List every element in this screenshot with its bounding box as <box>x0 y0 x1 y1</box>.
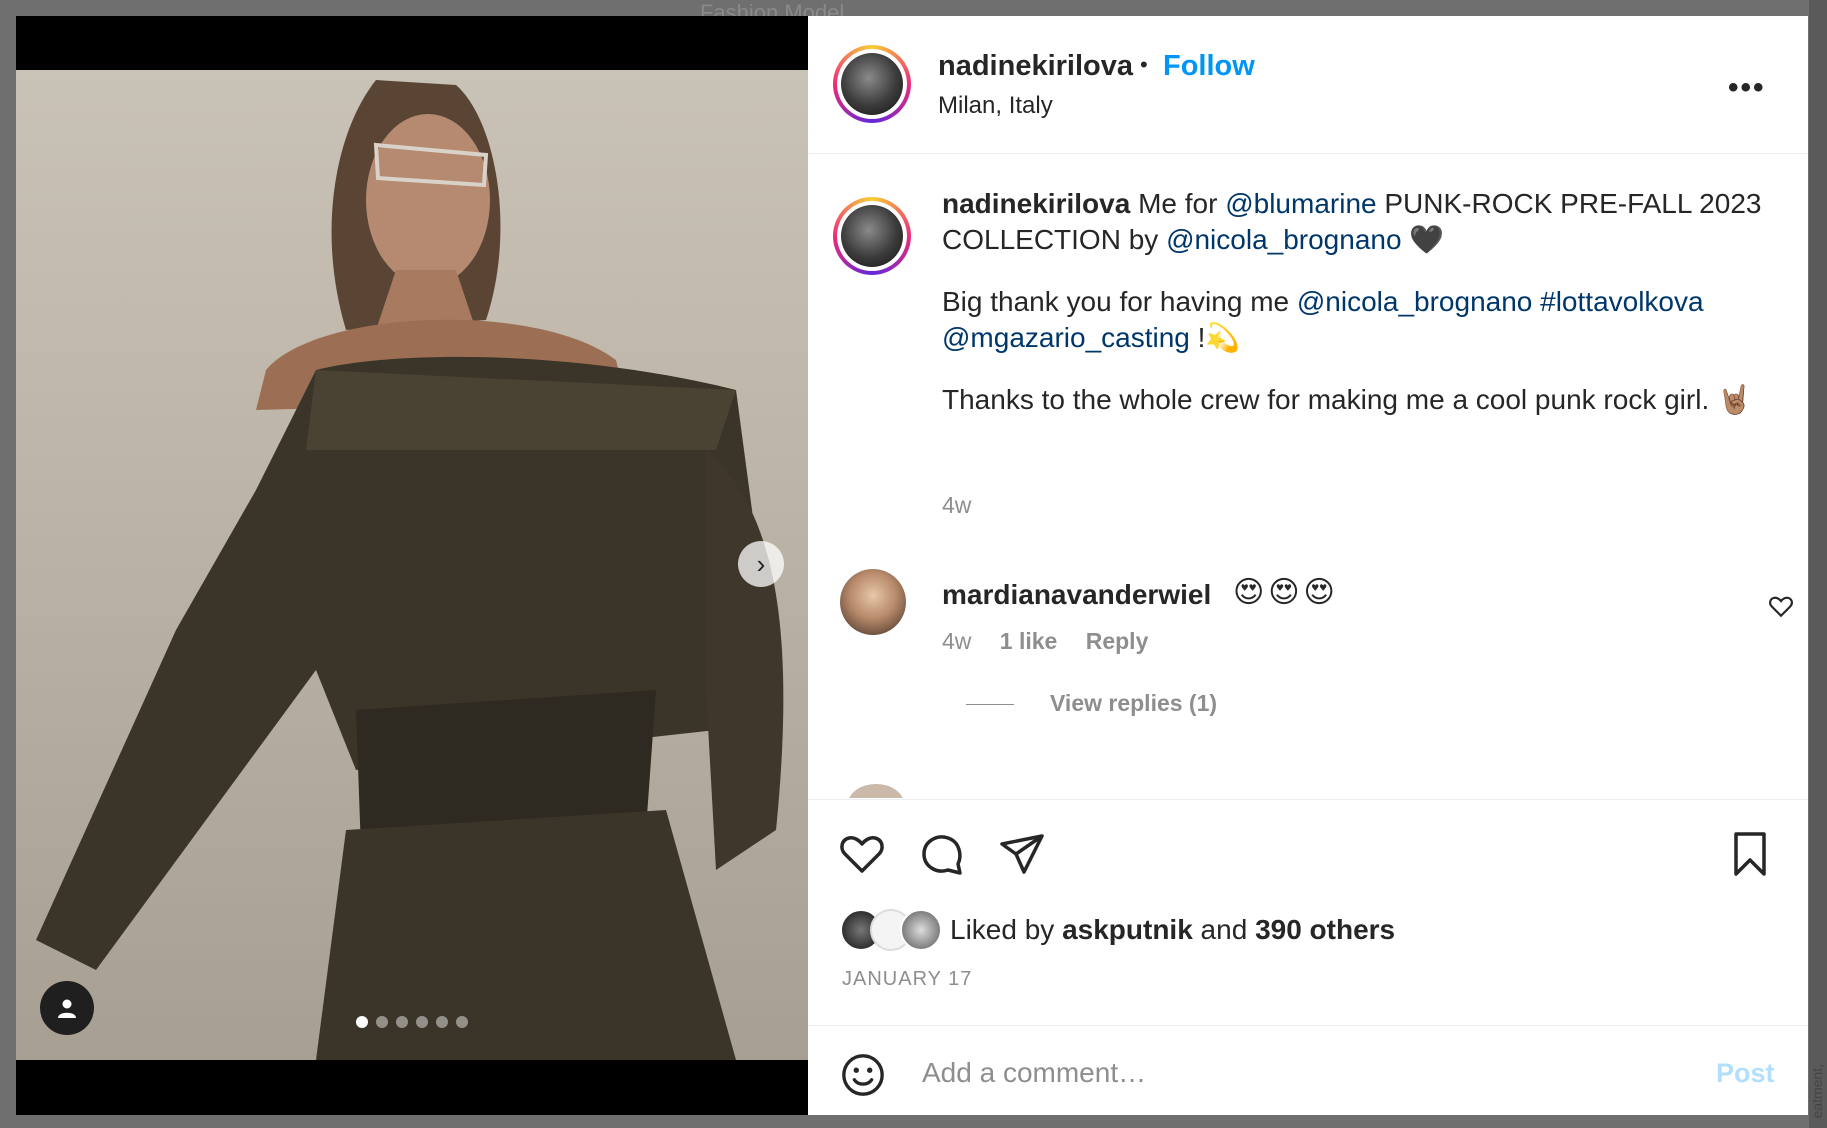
heart-icon <box>840 836 884 873</box>
follow-button[interactable]: Follow <box>1163 50 1255 83</box>
caption-timestamp[interactable]: 4w <box>942 492 971 519</box>
next-comment-avatar[interactable] <box>848 784 904 798</box>
view-replies-button[interactable]: View replies (1) <box>966 690 1217 717</box>
add-comment-bar: Post <box>808 1025 1808 1115</box>
comment-likes[interactable]: 1 like <box>1000 628 1058 654</box>
post-date[interactable]: JANUARY 17 <box>842 968 972 991</box>
photo-illustration <box>36 80 784 1060</box>
mention-link[interactable]: @blumarine <box>1225 188 1376 219</box>
reply-button[interactable]: Reply <box>1086 628 1149 654</box>
post-header: nadinekirilova • Follow Milan, Italy ••• <box>808 16 1808 154</box>
header-separator: • <box>1140 52 1148 77</box>
share-button[interactable] <box>998 830 1046 878</box>
bookmark-icon <box>1734 832 1766 876</box>
caption-text: Thanks to the whole crew for making me a… <box>942 384 1752 415</box>
liker-avatars[interactable] <box>840 908 942 952</box>
more-options-button[interactable]: ••• <box>1728 71 1766 105</box>
chevron-right-icon: › <box>756 548 766 579</box>
save-button[interactable] <box>1726 830 1774 878</box>
user-tags-button[interactable] <box>40 981 94 1035</box>
likes-mid: and <box>1192 914 1256 945</box>
post-caption: nadinekirilova Me for @blumarine PUNK-RO… <box>942 186 1762 418</box>
carousel-dot <box>396 1016 408 1028</box>
caption-text: Me for <box>1130 188 1226 219</box>
caption-username[interactable]: nadinekirilova <box>942 188 1130 219</box>
hashtag-link[interactable]: #lottavolkova <box>1540 286 1703 317</box>
comment-button[interactable] <box>918 830 966 878</box>
user-tag-icon <box>58 999 76 1018</box>
mention-link[interactable]: @nicola_brognano <box>1297 286 1532 317</box>
caption-text: !💫 <box>1189 322 1241 353</box>
smiley-icon <box>842 1054 884 1096</box>
author-avatar[interactable] <box>833 45 911 123</box>
mention-link[interactable]: @mgazario_casting <box>942 322 1190 353</box>
carousel-dot <box>376 1016 388 1028</box>
post-side-panel: nadinekirilova • Follow Milan, Italy •••… <box>808 16 1808 1115</box>
caption-text: Big thank you for having me <box>942 286 1297 317</box>
post-location[interactable]: Milan, Italy <box>938 92 1053 120</box>
commenter-username[interactable]: mardianavanderwiel <box>942 579 1211 611</box>
post-modal: › nadinekirilova • Follow Milan, Italy •… <box>16 16 1808 1115</box>
view-replies-label: View replies (1) <box>1050 690 1218 716</box>
post-comment-button[interactable]: Post <box>1716 1058 1775 1089</box>
comment-timestamp[interactable]: 4w <box>942 628 971 654</box>
carousel-dot <box>416 1016 428 1028</box>
caption-author-avatar[interactable] <box>833 197 911 275</box>
carousel-dot <box>436 1016 448 1028</box>
liker-username[interactable]: askputnik <box>1062 914 1193 945</box>
post-media: › <box>16 16 808 1115</box>
commenter-avatar[interactable] <box>840 569 906 635</box>
next-slide-button[interactable]: › <box>738 541 784 587</box>
carousel-indicator <box>356 1016 468 1028</box>
liker-avatar <box>900 909 942 951</box>
background-side-text: eatment, <box>1809 1063 1825 1118</box>
comment-text: 😍😍😍 <box>1233 576 1339 609</box>
likes-others-link[interactable]: 390 others <box>1255 914 1395 945</box>
heart-icon <box>1769 596 1793 618</box>
comments-section[interactable]: nadinekirilova Me for @blumarine PUNK-RO… <box>808 154 1808 798</box>
comment-like-button[interactable] <box>1768 594 1794 625</box>
comment-meta: 4w 1 like Reply <box>942 628 1170 655</box>
author-username[interactable]: nadinekirilova <box>938 50 1133 83</box>
comment-bubble-icon <box>922 835 962 875</box>
carousel-dot <box>456 1016 468 1028</box>
like-button[interactable] <box>838 830 886 878</box>
mention-link[interactable]: @nicola_brognano <box>1166 224 1401 255</box>
paper-plane-icon <box>1000 834 1044 874</box>
emoji-button[interactable] <box>840 1052 886 1098</box>
replies-divider <box>966 704 1014 706</box>
post-photo[interactable] <box>16 70 808 1060</box>
post-actions: Liked by askputnik and 390 others JANUAR… <box>808 799 1808 1115</box>
background-right-strip <box>1809 0 1827 1128</box>
carousel-dot <box>356 1016 368 1028</box>
comment-input[interactable] <box>920 1048 1684 1098</box>
caption-emoji: 🖤 <box>1401 224 1445 255</box>
likes-prefix: Liked by <box>950 914 1063 945</box>
likes-summary: Liked by askputnik and 390 others <box>950 914 1395 946</box>
